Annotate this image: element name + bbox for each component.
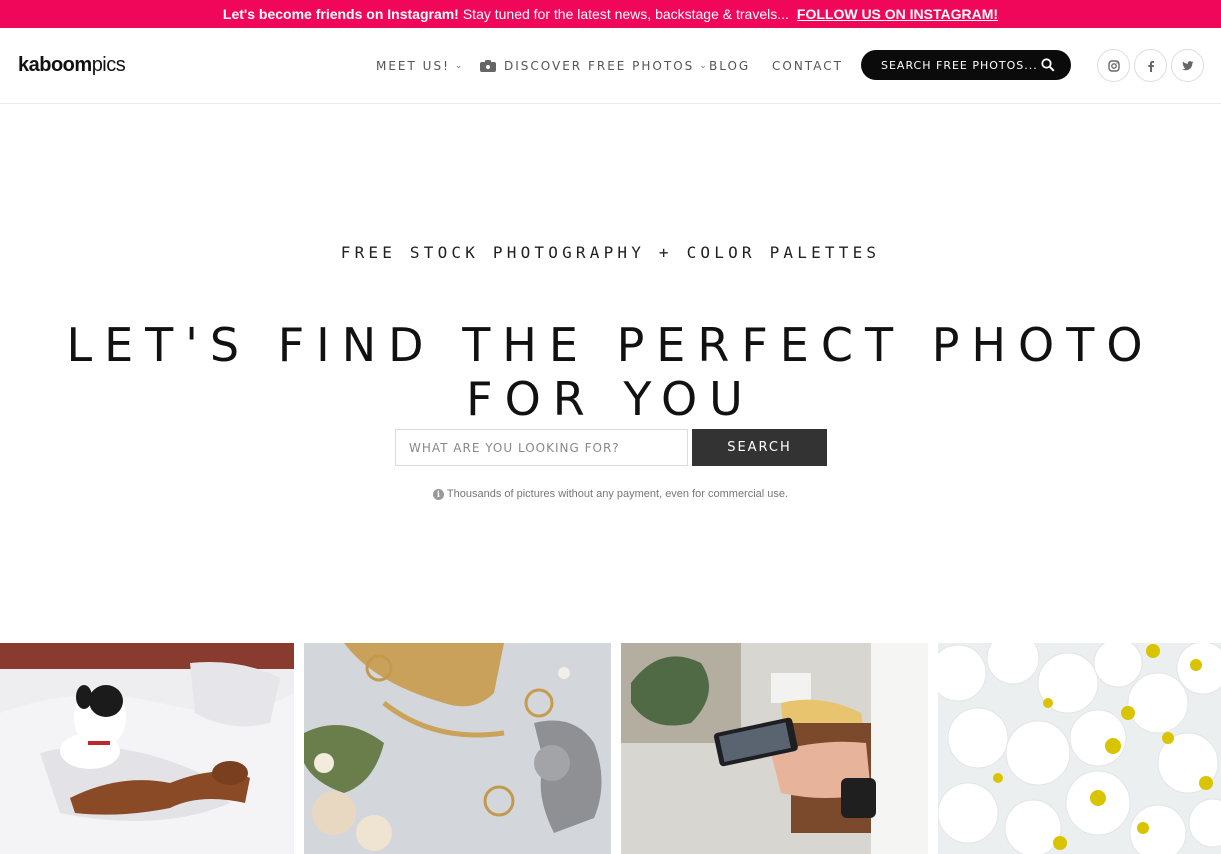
nav-discover-free-photos[interactable]: DISCOVER FREE PHOTOS ⌄ <box>480 58 709 74</box>
announcement-text: Stay tuned for the latest news, backstag… <box>462 6 789 22</box>
site-header: kaboompics MEET US! ⌄ DISCOVER FREE PHOT… <box>0 28 1221 104</box>
nav-discover-label: DISCOVER FREE PHOTOS <box>504 59 695 73</box>
nav-meet-us[interactable]: MEET US! ⌄ <box>376 58 464 74</box>
instagram-follow-link[interactable]: FOLLOW US ON INSTAGRAM! <box>797 6 998 22</box>
nav-blog-label: BLOG <box>709 59 751 73</box>
search-button[interactable]: SEARCH <box>692 429 827 466</box>
camera-icon <box>480 60 496 72</box>
announcement-bar: Let's become friends on Instagram! Stay … <box>0 0 1221 28</box>
nav-contact-label: CONTACT <box>772 59 843 73</box>
facebook-icon[interactable] <box>1134 49 1167 82</box>
header-search-label: SEARCH FREE PHOTOS... <box>881 58 1038 72</box>
search-icon <box>1041 58 1055 72</box>
hero-subtitle: FREE STOCK PHOTOGRAPHY + COLOR PALETTES <box>340 243 881 262</box>
nav-blog[interactable]: BLOG <box>709 58 750 74</box>
chevron-down-icon: ⌄ <box>699 61 709 71</box>
gallery-photo-dog[interactable] <box>0 643 294 854</box>
jewelry-photo-art <box>304 643 611 854</box>
gallery-photo-phone[interactable] <box>621 643 928 854</box>
logo-light: pics <box>91 54 126 76</box>
nav-meet-label: MEET US! <box>376 59 450 73</box>
dog-photo-art <box>0 643 294 854</box>
gallery-photo-jewelry[interactable] <box>304 643 611 854</box>
hero-title: LET'S FIND THE PERFECT PHOTO FOR YOU <box>66 318 1155 426</box>
search-hint: i Thousands of pictures without any payme… <box>0 488 1221 500</box>
nav-contact[interactable]: CONTACT <box>772 58 843 74</box>
instagram-icon[interactable] <box>1097 49 1130 82</box>
twitter-icon[interactable] <box>1171 49 1204 82</box>
logo-bold: kaboom <box>18 54 92 76</box>
announcement-lead: Let's become friends on Instagram! <box>222 6 459 22</box>
kaboompics-logo[interactable]: kaboompics <box>18 54 126 77</box>
header-search-button[interactable]: SEARCH FREE PHOTOS... <box>861 50 1071 80</box>
search-input[interactable] <box>395 429 688 466</box>
daisies-photo-art <box>938 643 1221 854</box>
chevron-down-icon: ⌄ <box>454 61 465 71</box>
gallery-photo-daisies[interactable] <box>938 643 1221 854</box>
info-icon: i <box>432 489 444 500</box>
hint-text: Thousands of pictures without any paymen… <box>446 488 789 500</box>
phone-photo-art <box>621 643 928 854</box>
